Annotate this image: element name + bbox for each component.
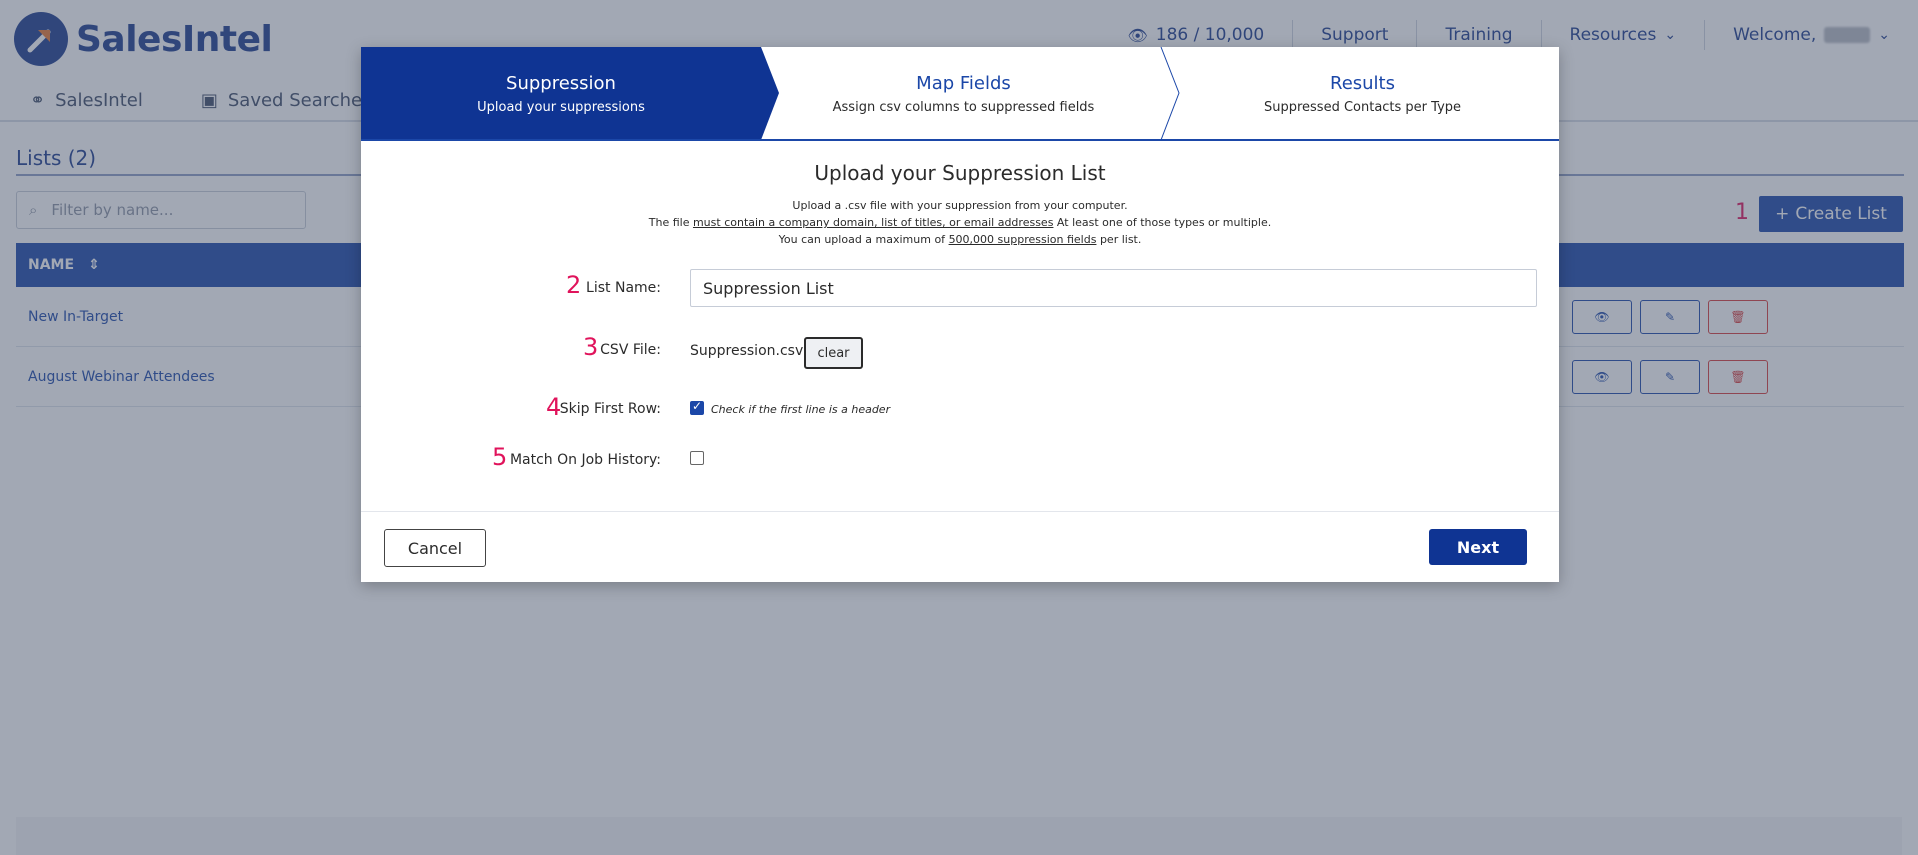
step-title: Map Fields	[916, 72, 1011, 94]
modal-footer-divider	[361, 511, 1559, 512]
cancel-button[interactable]: Cancel	[384, 529, 486, 567]
desc-text: At least one of those types or multiple.	[1053, 216, 1272, 229]
match-job-history-label: Match On Job History:	[509, 452, 661, 468]
csv-file-label: CSV File:	[600, 342, 661, 358]
modal-heading: Upload your Suppression List	[814, 161, 1106, 185]
skip-first-row-help: Check if the first line is a header	[711, 403, 891, 416]
desc-line-2: The file must contain a company domain, …	[361, 214, 1559, 231]
wizard-steps: Suppression Upload your suppressions Map…	[361, 47, 1559, 141]
desc-text: The file	[648, 216, 693, 229]
step-subtitle: Assign csv columns to suppressed fields	[832, 99, 1095, 115]
csv-file-name: Suppression.csv	[690, 343, 804, 359]
skip-first-row-label: Skip First Row:	[559, 401, 661, 417]
step-suppression: Suppression Upload your suppressions	[361, 47, 761, 140]
suppression-modal: Suppression Upload your suppressions Map…	[361, 47, 1559, 582]
next-button[interactable]: Next	[1429, 529, 1527, 565]
step-title: Suppression	[506, 72, 616, 94]
requirements-link[interactable]: must contain a company domain, list of t…	[693, 216, 1053, 229]
step-subtitle: Suppressed Contacts per Type	[1263, 99, 1462, 115]
match-job-history-checkbox[interactable]	[690, 451, 704, 465]
desc-text: You can upload a maximum of	[778, 233, 949, 246]
list-name-input[interactable]	[690, 269, 1537, 307]
desc-line-3: You can upload a maximum of 500,000 supp…	[361, 231, 1559, 248]
desc-text: per list.	[1096, 233, 1142, 246]
list-name-label: List Name:	[586, 280, 661, 296]
step-results: Results Suppressed Contacts per Type	[1166, 47, 1559, 140]
step-subtitle: Upload your suppressions	[477, 99, 645, 115]
step-title: Results	[1330, 72, 1395, 94]
desc-line-1: Upload a .csv file with your suppression…	[792, 199, 1128, 212]
clear-file-button[interactable]: clear	[804, 337, 863, 369]
skip-first-row-checkbox[interactable]	[690, 399, 704, 415]
modal-description: Upload a .csv file with your suppression…	[361, 197, 1559, 248]
step-map-fields: Map Fields Assign csv columns to suppres…	[761, 47, 1166, 140]
steps-divider	[361, 139, 1559, 141]
max-fields-link[interactable]: 500,000 suppression fields	[949, 233, 1097, 246]
